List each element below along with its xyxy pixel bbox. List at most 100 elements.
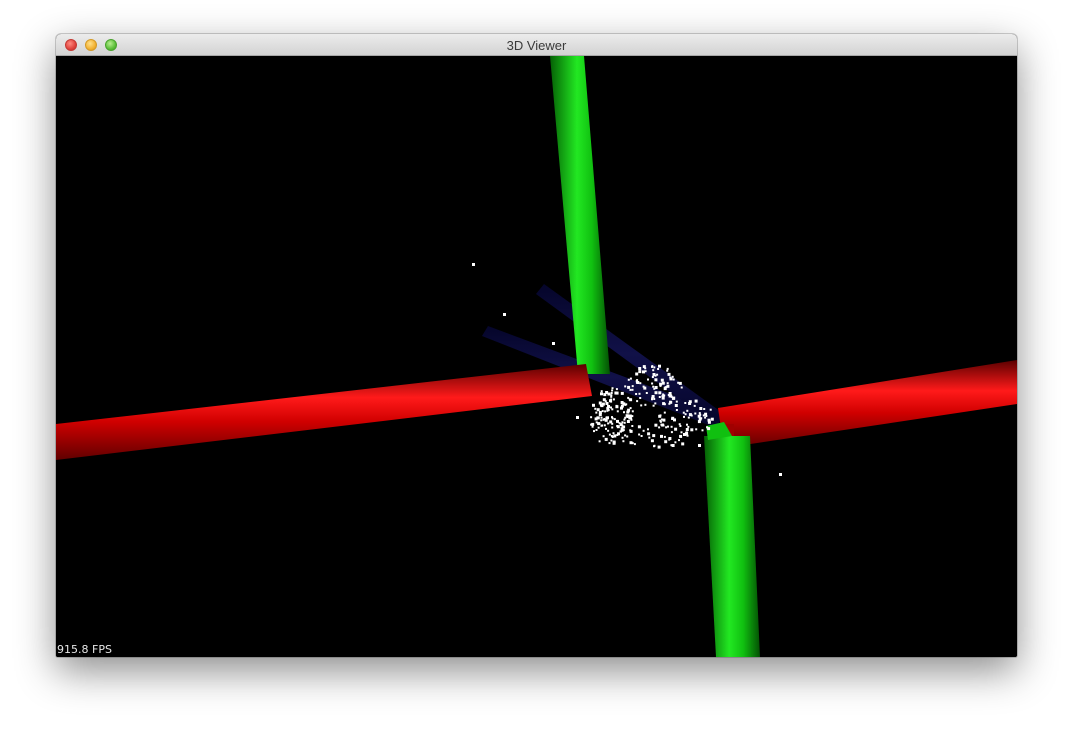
point: [695, 428, 698, 431]
point: [631, 388, 634, 391]
point: [604, 400, 607, 403]
point: [675, 400, 678, 403]
point: [688, 413, 692, 417]
point: [653, 366, 656, 369]
point: [667, 425, 669, 428]
point: [660, 418, 663, 421]
viewer-window: 3D Viewer 915.8 FPS: [56, 34, 1017, 657]
point: [625, 403, 628, 406]
point: [609, 399, 612, 403]
point: [661, 423, 665, 427]
point: [624, 416, 627, 419]
point: [663, 411, 666, 414]
point: [672, 378, 675, 381]
window-title: 3D Viewer: [506, 38, 567, 53]
point: [685, 428, 689, 431]
point: [615, 404, 618, 407]
point: [620, 404, 624, 408]
point: [629, 429, 633, 433]
point: [626, 435, 629, 438]
point: [591, 422, 595, 426]
point: [698, 444, 701, 447]
point: [659, 384, 662, 387]
point: [652, 404, 655, 407]
point: [612, 432, 615, 435]
point: [670, 425, 673, 428]
point: [611, 426, 614, 429]
point: [690, 428, 694, 432]
point: [670, 444, 673, 447]
point: [639, 397, 642, 399]
point: [595, 411, 598, 414]
point: [679, 425, 682, 427]
point: [631, 415, 634, 418]
point: [658, 364, 661, 368]
point: [664, 440, 668, 444]
point: [638, 433, 641, 436]
point: [638, 367, 642, 370]
point: [576, 416, 579, 419]
point: [626, 420, 630, 423]
point: [616, 419, 619, 423]
point: [611, 387, 614, 390]
point: [624, 385, 627, 388]
point: [642, 429, 645, 432]
x-axis-right: [718, 360, 1017, 448]
point: [598, 413, 602, 417]
point: [639, 382, 642, 385]
point: [686, 434, 689, 437]
point: [608, 442, 611, 445]
point: [596, 408, 600, 412]
point: [605, 402, 609, 405]
3d-viewport[interactable]: 915.8 FPS: [56, 56, 1017, 657]
point: [654, 378, 658, 382]
point: [601, 402, 605, 406]
point: [635, 372, 639, 376]
point: [552, 342, 555, 345]
point: [686, 423, 688, 426]
point: [651, 365, 654, 368]
point: [663, 435, 666, 438]
point: [673, 418, 676, 422]
point: [681, 442, 685, 446]
point: [652, 373, 656, 376]
z-axis-cylinder-b: [536, 284, 724, 424]
point: [620, 430, 622, 433]
point: [623, 418, 626, 421]
point: [679, 434, 683, 438]
point: [620, 391, 624, 395]
point: [622, 440, 625, 443]
y-axis-upper: [550, 56, 610, 374]
title-bar[interactable]: 3D Viewer: [56, 34, 1017, 56]
point: [669, 376, 672, 379]
point: [707, 427, 710, 430]
point: [603, 424, 606, 427]
point: [647, 428, 649, 431]
point: [627, 408, 631, 412]
point: [663, 394, 666, 397]
point: [605, 391, 609, 394]
point: [674, 404, 678, 407]
3d-scene[interactable]: [56, 56, 1017, 657]
point: [611, 422, 614, 425]
point: [631, 410, 634, 413]
point: [678, 423, 681, 426]
point: [683, 433, 686, 436]
point: [667, 372, 671, 376]
point: [595, 421, 598, 424]
point: [652, 369, 655, 372]
point: [710, 417, 714, 421]
point: [596, 416, 599, 419]
point: [638, 392, 641, 395]
point: [615, 388, 618, 391]
point: [638, 370, 642, 374]
point: [633, 443, 636, 446]
point: [600, 416, 603, 419]
point: [631, 425, 634, 427]
point: [666, 369, 669, 372]
point: [620, 427, 624, 431]
point: [686, 409, 689, 412]
point: [694, 412, 697, 415]
point: [623, 421, 626, 424]
point: [610, 392, 613, 394]
